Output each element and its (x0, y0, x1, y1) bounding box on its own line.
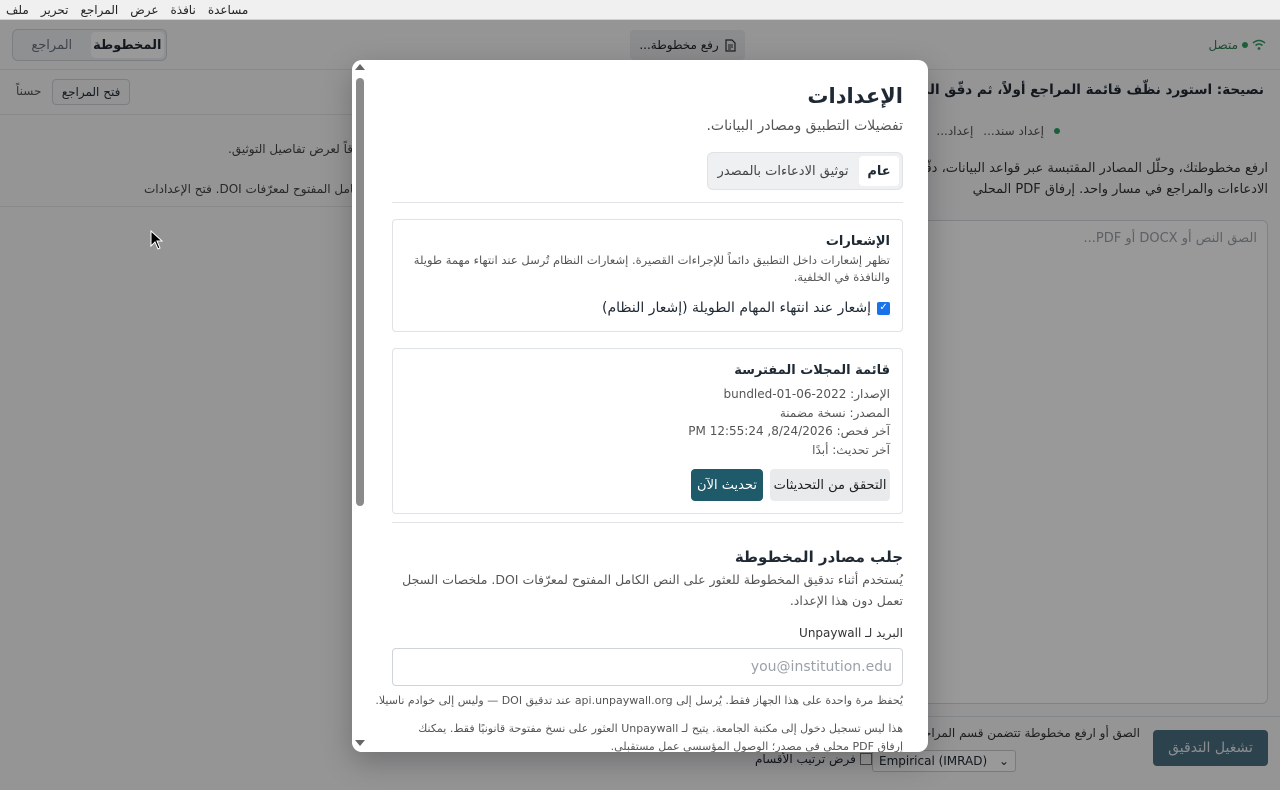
sources-title: جلب مصادر المخطوطة (734, 548, 903, 566)
divider (392, 522, 903, 523)
journals-last-check: آخر فحص: 8/24/2026, 12:55:24 PM (688, 424, 890, 438)
menu-window[interactable]: نافذة (164, 3, 201, 17)
scroll-up-arrow-icon[interactable] (355, 64, 365, 70)
predatory-journals-card: قائمة المجلات المفترسة الإصدار: bundled-… (392, 348, 903, 514)
menu-references[interactable]: المراجع (75, 3, 125, 17)
dialog-subtitle: تفضيلات التطبيق ومصادر البيانات. (706, 118, 903, 134)
menu-help[interactable]: مساعدة (202, 3, 255, 17)
sources-description: يُستخدم أثناء تدقيق المخطوطة للعثور على … (402, 572, 903, 608)
mouse-cursor-icon (150, 230, 164, 250)
dialog-scrollbar[interactable] (352, 60, 368, 752)
email-storage-note: يُحفظ مرة واحدة على هذا الجهاز فقط. يُرس… (375, 694, 903, 707)
scrollbar-thumb[interactable] (356, 78, 364, 506)
notifications-title: الإشعارات (825, 234, 890, 249)
tab-general[interactable]: عام (859, 156, 899, 186)
menu-bar: ملف تحرير المراجع عرض نافذة مساعدة (0, 0, 1280, 20)
notifications-card: الإشعارات تظهر إشعارات داخل التطبيق دائم… (392, 219, 903, 332)
scroll-down-arrow-icon[interactable] (355, 740, 365, 746)
notifications-description: تظهر إشعارات داخل التطبيق دائماً للإجراء… (413, 253, 890, 284)
check-updates-button[interactable]: التحقق من التحديثات (770, 469, 890, 501)
journals-version: الإصدار: bundled-01-06-2022 (723, 387, 890, 401)
journals-source: المصدر: نسخة مضمنة (779, 406, 890, 420)
journals-title: قائمة المجلات المفترسة (734, 363, 890, 378)
menu-file[interactable]: ملف (0, 3, 35, 17)
divider (392, 202, 903, 203)
update-now-button[interactable]: تحديث الآن (691, 469, 763, 501)
library-access-note: هذا ليس تسجيل دخول إلى مكتبة الجامعة. يت… (418, 722, 903, 752)
notify-long-tasks-toggle[interactable]: ✓ إشعار عند انتهاء المهام الطويلة (إشعار… (602, 300, 890, 316)
settings-dialog: الإعدادات تفضيلات التطبيق ومصادر البيانا… (352, 60, 928, 752)
menu-edit[interactable]: تحرير (35, 3, 75, 17)
journals-last-update: آخر تحديث: أبدًا (812, 443, 890, 457)
dialog-title: الإعدادات (807, 84, 903, 108)
settings-tabs: عام توثيق الادعاءات بالمصدر (707, 152, 903, 190)
tab-claims-verification[interactable]: توثيق الادعاءات بالمصدر (711, 156, 855, 186)
unpaywall-email-input[interactable]: you@institution.edu (392, 648, 903, 686)
notify-long-tasks-label: إشعار عند انتهاء المهام الطويلة (إشعار ا… (601, 300, 871, 316)
menu-view[interactable]: عرض (124, 3, 164, 17)
unpaywall-email-label: البريد لـ Unpaywall (799, 626, 903, 640)
notify-long-tasks-checkbox[interactable]: ✓ (877, 301, 890, 315)
dialog-content: الإعدادات تفضيلات التطبيق ومصادر البيانا… (375, 60, 903, 752)
